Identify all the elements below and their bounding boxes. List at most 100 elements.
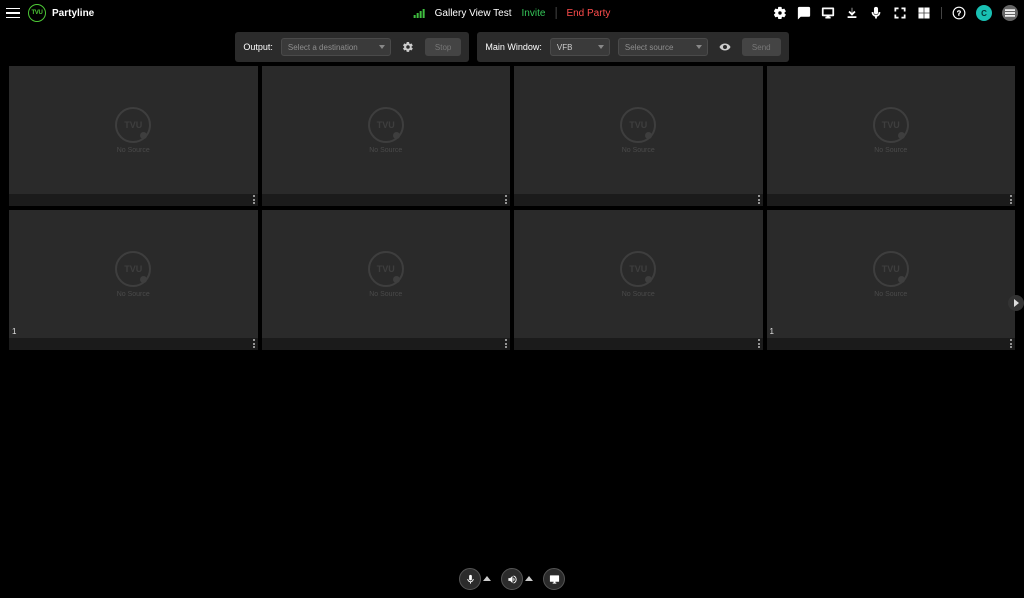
tile-number: 1 — [770, 327, 774, 336]
stop-button[interactable]: Stop — [425, 38, 461, 56]
menu-icon[interactable] — [6, 5, 22, 21]
controls-row: Output: Select a destination Stop Main W… — [0, 32, 1024, 62]
tile-body: TVUNo Source — [514, 66, 763, 194]
placeholder-logo: TVU — [368, 107, 404, 143]
tile-menu-button[interactable] — [1010, 195, 1012, 204]
tile-menu-button[interactable] — [253, 339, 255, 348]
divider — [941, 7, 942, 19]
placeholder-logo: TVU — [115, 251, 151, 287]
tile-menu-button[interactable] — [1010, 339, 1012, 348]
video-tile[interactable]: TVU No Source — [514, 210, 763, 350]
placeholder-logo: TVU — [368, 251, 404, 287]
no-source-label: No Source — [369, 147, 402, 154]
mic-control — [459, 568, 491, 590]
tile-menu-button[interactable] — [758, 339, 760, 348]
no-source-label: No Source — [622, 147, 655, 154]
chevron-down-icon — [696, 45, 702, 49]
output-panel: Output: Select a destination Stop — [235, 32, 469, 62]
mic-options-button[interactable] — [483, 575, 491, 583]
bottom-controls — [459, 568, 565, 590]
settings-icon[interactable] — [773, 6, 787, 20]
tile-body: TVU No Source — [514, 210, 763, 338]
header-right: ? C — [773, 5, 1018, 21]
video-tile[interactable]: TVU No Source — [767, 66, 1016, 206]
video-tile[interactable]: TVU No Source 1 — [9, 210, 258, 350]
video-tile[interactable]: TVU No Source 1 — [767, 210, 1016, 350]
expand-arrow-button[interactable] — [1008, 295, 1024, 311]
tile-footer — [514, 338, 763, 350]
window-select[interactable]: VFB — [550, 38, 610, 56]
no-source-label: No Source — [117, 147, 150, 154]
tile-body: TVU No Source — [767, 210, 1016, 338]
video-tile[interactable]: TVU No Source — [9, 66, 258, 206]
tile-menu-button[interactable] — [758, 195, 760, 204]
tile-number: 1 — [12, 327, 16, 336]
divider — [555, 7, 556, 19]
placeholder-logo: TVU — [873, 107, 909, 143]
main-window-panel: Main Window: VFB Select source Send — [477, 32, 788, 62]
end-party-link[interactable]: End Party — [566, 8, 610, 19]
tile-body: TVU No Source — [9, 66, 258, 194]
invite-link[interactable]: Invite — [522, 8, 546, 19]
tile-body: TVU No Source — [9, 210, 258, 338]
send-button[interactable]: Send — [742, 38, 781, 56]
output-settings-button[interactable] — [399, 38, 417, 56]
tile-footer — [514, 194, 763, 206]
source-placeholder: Select source — [625, 43, 673, 52]
download-icon[interactable] — [845, 6, 859, 20]
tile-menu-button[interactable] — [505, 195, 507, 204]
chevron-down-icon — [598, 45, 604, 49]
app-name: Partyline — [52, 8, 94, 19]
mic-icon[interactable] — [869, 6, 883, 20]
destination-select[interactable]: Select a destination — [281, 38, 391, 56]
tile-footer — [767, 194, 1016, 206]
placeholder-logo: TVU — [115, 107, 151, 143]
placeholder-logo: TVU — [620, 251, 656, 287]
source-select[interactable]: Select source — [618, 38, 708, 56]
no-source-label: No Source — [622, 291, 655, 298]
app-header: TVU Partyline Gallery View Test Invite E… — [0, 0, 1024, 26]
window-value: VFB — [557, 43, 573, 52]
list-toggle-icon[interactable] — [1002, 5, 1018, 21]
video-tile[interactable]: TVU No Source — [262, 66, 511, 206]
tile-body: TVU No Source — [262, 66, 511, 194]
video-tile[interactable]: TVUNo Source — [514, 66, 763, 206]
help-icon[interactable]: ? — [952, 6, 966, 20]
tile-footer — [767, 338, 1016, 350]
share-screen-button[interactable] — [543, 568, 565, 590]
no-source-label: No Source — [874, 147, 907, 154]
tile-footer — [262, 194, 511, 206]
session-name: Gallery View Test — [435, 8, 512, 19]
tile-menu-button[interactable] — [505, 339, 507, 348]
grid-icon[interactable] — [917, 6, 931, 20]
preview-button[interactable] — [716, 38, 734, 56]
video-grid: TVU No Source TVU No Source TVU No Source TVU N… — [0, 62, 1024, 350]
tile-menu-button[interactable] — [253, 195, 255, 204]
no-source-label: No Source — [117, 291, 150, 298]
tile-footer — [262, 338, 511, 350]
no-source-label: No Source — [874, 291, 907, 298]
display-icon[interactable] — [821, 6, 835, 20]
tile-body: TVU No Source — [767, 66, 1016, 194]
chat-icon[interactable] — [797, 6, 811, 20]
mic-button[interactable] — [459, 568, 481, 590]
fullscreen-icon[interactable] — [893, 6, 907, 20]
tile-footer — [9, 194, 258, 206]
video-tile[interactable]: TVU No Source — [262, 210, 511, 350]
chevron-down-icon — [379, 45, 385, 49]
main-label: Main Window: — [485, 42, 542, 52]
no-source-label: No Source — [369, 291, 402, 298]
speaker-control — [501, 568, 533, 590]
signal-icon — [414, 8, 425, 18]
user-avatar[interactable]: C — [976, 5, 992, 21]
svg-text:?: ? — [957, 10, 961, 17]
tile-body: TVU No Source — [262, 210, 511, 338]
output-label: Output: — [243, 42, 273, 52]
app-logo: TVU — [28, 4, 46, 22]
header-center: Gallery View Test Invite End Party — [414, 7, 611, 19]
speaker-button[interactable] — [501, 568, 523, 590]
destination-placeholder: Select a destination — [288, 43, 358, 52]
placeholder-logo: TVU — [873, 251, 909, 287]
speaker-options-button[interactable] — [525, 575, 533, 583]
tile-footer — [9, 338, 258, 350]
